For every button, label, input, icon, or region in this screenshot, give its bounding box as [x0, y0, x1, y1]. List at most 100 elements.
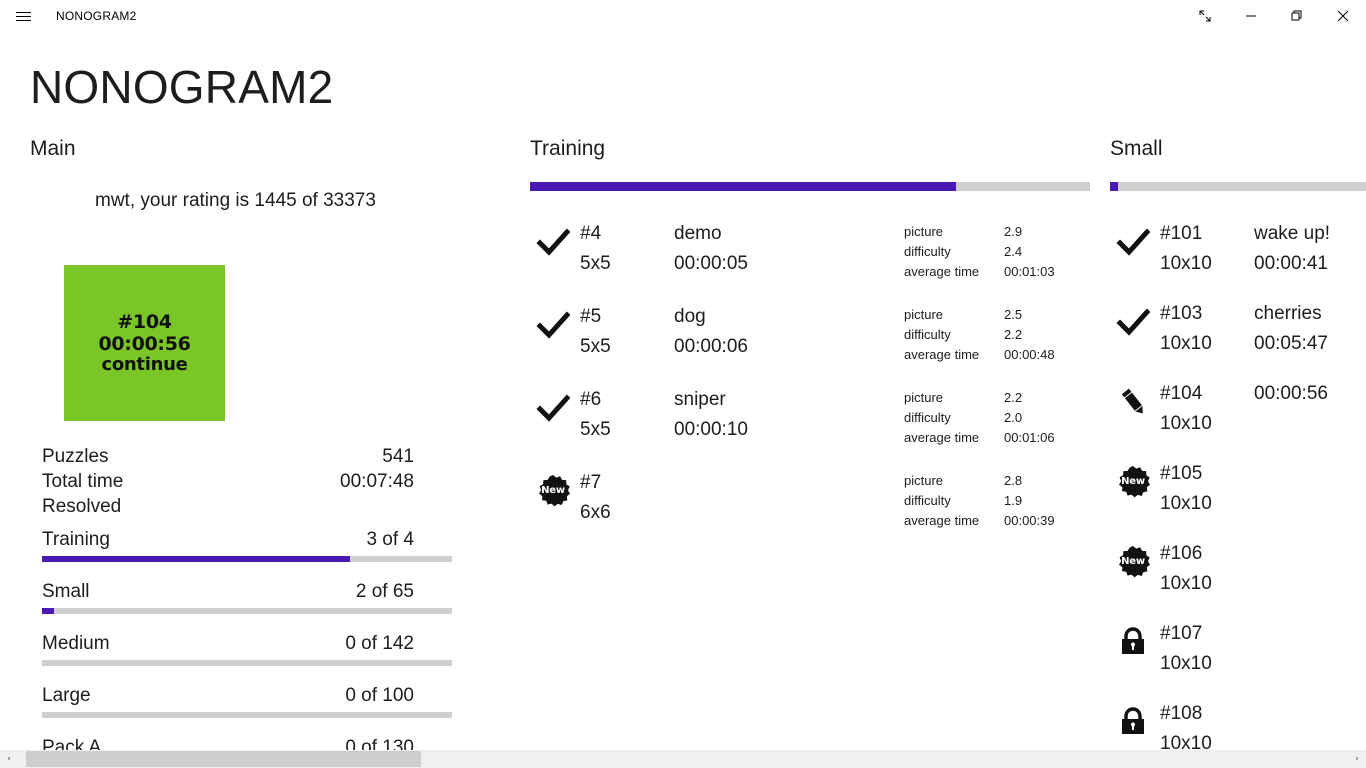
- new-badge-label: New: [1121, 476, 1145, 487]
- category-label: Small: [42, 581, 90, 602]
- puzzle-size: 5x5: [580, 253, 611, 274]
- progress-fill: [42, 556, 350, 562]
- list-item[interactable]: #101 10x10 wake up! 00:00:41: [1110, 219, 1366, 279]
- progress-fill: [1110, 182, 1118, 191]
- continue-tile[interactable]: #104 00:00:56 continue: [64, 265, 225, 421]
- check-icon: [1110, 219, 1156, 265]
- small-column: Small #101 10x10 wake up! 00:00:41 #103 …: [1110, 138, 1366, 750]
- category-label: Large: [42, 685, 91, 706]
- page-content: NONOGRAM2 Main mwt, your rating is 1445 …: [0, 32, 1366, 750]
- category-row-training[interactable]: Training 3 of 4: [42, 526, 462, 562]
- puzzle-time: 00:00:06: [674, 336, 748, 357]
- meta-value-difficulty: 2.4: [1004, 244, 1023, 259]
- puzzle-time: 00:00:41: [1254, 253, 1328, 274]
- stat-row: Resolved: [42, 494, 462, 519]
- list-item[interactable]: New #7 6x6 picture 2.8 difficulty 1.9 av…: [530, 468, 1090, 531]
- tile-time: 00:00:56: [98, 332, 191, 355]
- rating-text: mwt, your rating is 1445 of 33373: [95, 190, 376, 211]
- puzzle-size: 10x10: [1160, 413, 1212, 434]
- puzzle-meta: picture 2.5 difficulty 2.2 average time 00:…: [904, 302, 1064, 365]
- puzzle-name: wake up!: [1254, 223, 1331, 244]
- list-item[interactable]: #108 10x10: [1110, 699, 1366, 750]
- puzzle-time: 00:05:47: [1254, 333, 1328, 354]
- meta-value-average-time: 00:00:39: [1004, 513, 1055, 528]
- meta-label-picture: picture: [904, 390, 944, 405]
- puzzle-size: 5x5: [580, 419, 611, 440]
- list-item[interactable]: #103 10x10 cherries 00:05:47: [1110, 299, 1366, 359]
- pencil-icon: [1110, 379, 1156, 425]
- list-item[interactable]: New #106 10x10: [1110, 539, 1366, 599]
- category-progress-bar: [42, 712, 452, 718]
- meta-value-average-time: 00:01:03: [1004, 264, 1055, 279]
- puzzle-time: 00:00:10: [674, 419, 748, 440]
- puzzle-number: #6: [580, 389, 602, 410]
- meta-value-picture: 2.9: [1004, 224, 1023, 239]
- category-value: 3 of 4: [366, 529, 414, 550]
- meta-label-difficulty: difficulty: [904, 410, 951, 425]
- category-row-pack-a[interactable]: Pack A 0 of 130: [42, 734, 462, 750]
- list-item[interactable]: #104 10x10 00:00:56: [1110, 379, 1366, 439]
- list-item[interactable]: #5 5x5 dog 00:00:06 picture 2.5 difficult…: [530, 302, 1090, 365]
- scrollbar-track[interactable]: [18, 750, 1348, 768]
- training-progress-bar: [530, 182, 1090, 191]
- puzzle-number: #107: [1160, 623, 1203, 644]
- puzzle-number: #103: [1160, 303, 1203, 324]
- puzzle-name: sniper: [674, 389, 726, 410]
- puzzle-name: demo: [674, 223, 722, 244]
- category-row-large[interactable]: Large 0 of 100: [42, 682, 462, 718]
- puzzle-number: #7: [580, 472, 602, 493]
- puzzle-name: cherries: [1254, 303, 1322, 324]
- meta-label-average-time: average time: [904, 430, 980, 445]
- scrollbar-thumb[interactable]: [26, 751, 421, 767]
- puzzle-number: #101: [1160, 223, 1203, 244]
- category-row-medium[interactable]: Medium 0 of 142: [42, 630, 462, 666]
- scroll-right-arrow-icon[interactable]: ›: [1348, 750, 1366, 768]
- meta-label-difficulty: difficulty: [904, 327, 951, 342]
- hamburger-icon[interactable]: [0, 0, 46, 32]
- meta-label-picture: picture: [904, 224, 944, 239]
- new-badge-icon: New: [530, 468, 576, 514]
- fullscreen-button[interactable]: [1182, 0, 1228, 32]
- main-column: Main mwt, your rating is 1445 of 33373 #…: [30, 138, 500, 750]
- stats-block: Puzzles 541 Total time 00:07:48 Resolved: [42, 444, 462, 519]
- category-value: 0 of 142: [345, 633, 414, 654]
- diagonal-arrows-icon: [1199, 10, 1211, 22]
- meta-value-picture: 2.8: [1004, 473, 1023, 488]
- scroll-left-arrow-icon[interactable]: ‹: [0, 750, 18, 768]
- list-item[interactable]: New #105 10x10: [1110, 459, 1366, 519]
- horizontal-scrollbar[interactable]: ‹ ›: [0, 750, 1366, 768]
- minimize-button[interactable]: [1228, 0, 1274, 32]
- training-heading: Training: [530, 137, 606, 160]
- category-progress-bar: [42, 660, 452, 666]
- puzzle-meta: picture 2.2 difficulty 2.0 average time 00:…: [904, 385, 1064, 448]
- restore-icon: [1291, 10, 1302, 21]
- app-title: NONOGRAM2: [56, 9, 137, 23]
- puzzle-meta: picture 2.9 difficulty 2.4 average time 00:…: [904, 219, 1064, 282]
- meta-label-picture: picture: [904, 473, 944, 488]
- category-value: 2 of 65: [355, 581, 414, 602]
- category-progress-bar: [42, 556, 452, 562]
- meta-value-average-time: 00:00:48: [1004, 347, 1055, 362]
- check-icon: [530, 219, 576, 265]
- close-button[interactable]: [1320, 0, 1366, 32]
- meta-value-picture: 2.2: [1004, 390, 1023, 405]
- stat-value: 00:07:48: [340, 471, 414, 492]
- list-item[interactable]: #4 5x5 demo 00:00:05 picture 2.9 difficul…: [530, 219, 1090, 282]
- category-value: 0 of 100: [345, 685, 414, 706]
- maximize-button[interactable]: [1274, 0, 1320, 32]
- puzzle-number: #106: [1160, 543, 1203, 564]
- title-bar: NONOGRAM2: [0, 0, 1366, 32]
- category-row-small[interactable]: Small 2 of 65: [42, 578, 462, 614]
- window-controls: [1182, 0, 1366, 32]
- meta-value-difficulty: 2.2: [1004, 327, 1023, 342]
- list-item[interactable]: #107 10x10: [1110, 619, 1366, 679]
- category-list: Training 3 of 4 Small 2 of 65 Medium 0 o…: [42, 526, 462, 750]
- stat-value: [414, 494, 462, 519]
- list-item[interactable]: #6 5x5 sniper 00:00:10 picture 2.2 diffic…: [530, 385, 1090, 448]
- stat-row: Puzzles 541: [42, 444, 462, 469]
- check-icon: [530, 385, 576, 431]
- stat-label: Puzzles: [42, 446, 109, 467]
- puzzle-size: 5x5: [580, 336, 611, 357]
- puzzle-size: 10x10: [1160, 733, 1212, 750]
- puzzle-time: 00:00:05: [674, 253, 748, 274]
